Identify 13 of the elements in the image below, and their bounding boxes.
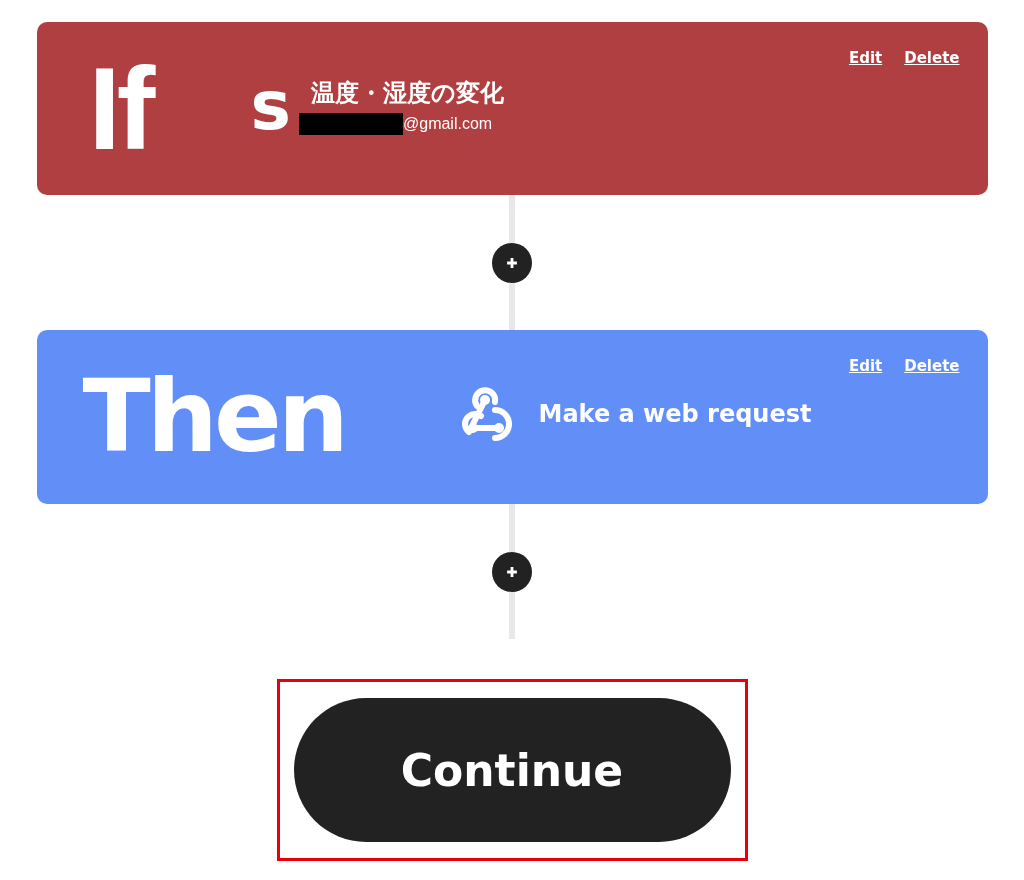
trigger-title: 温度・湿度の変化 — [311, 77, 504, 109]
add-step-icon[interactable] — [492, 242, 532, 283]
card-link[interactable]: Edit — [848, 49, 883, 67]
service-logo: s — [250, 71, 291, 140]
card-link[interactable]: Delete — [904, 357, 960, 375]
step-keyword: Then — [82, 367, 346, 467]
add-step-icon[interactable] — [492, 551, 532, 592]
card-link[interactable]: Edit — [848, 357, 883, 375]
account-email: @gmail.com — [403, 114, 493, 133]
card-link[interactable]: Delete — [904, 49, 960, 67]
continue-button[interactable]: Continue — [293, 698, 731, 842]
step-keyword: If — [88, 50, 155, 167]
trigger-title: Make a web request — [538, 400, 812, 428]
